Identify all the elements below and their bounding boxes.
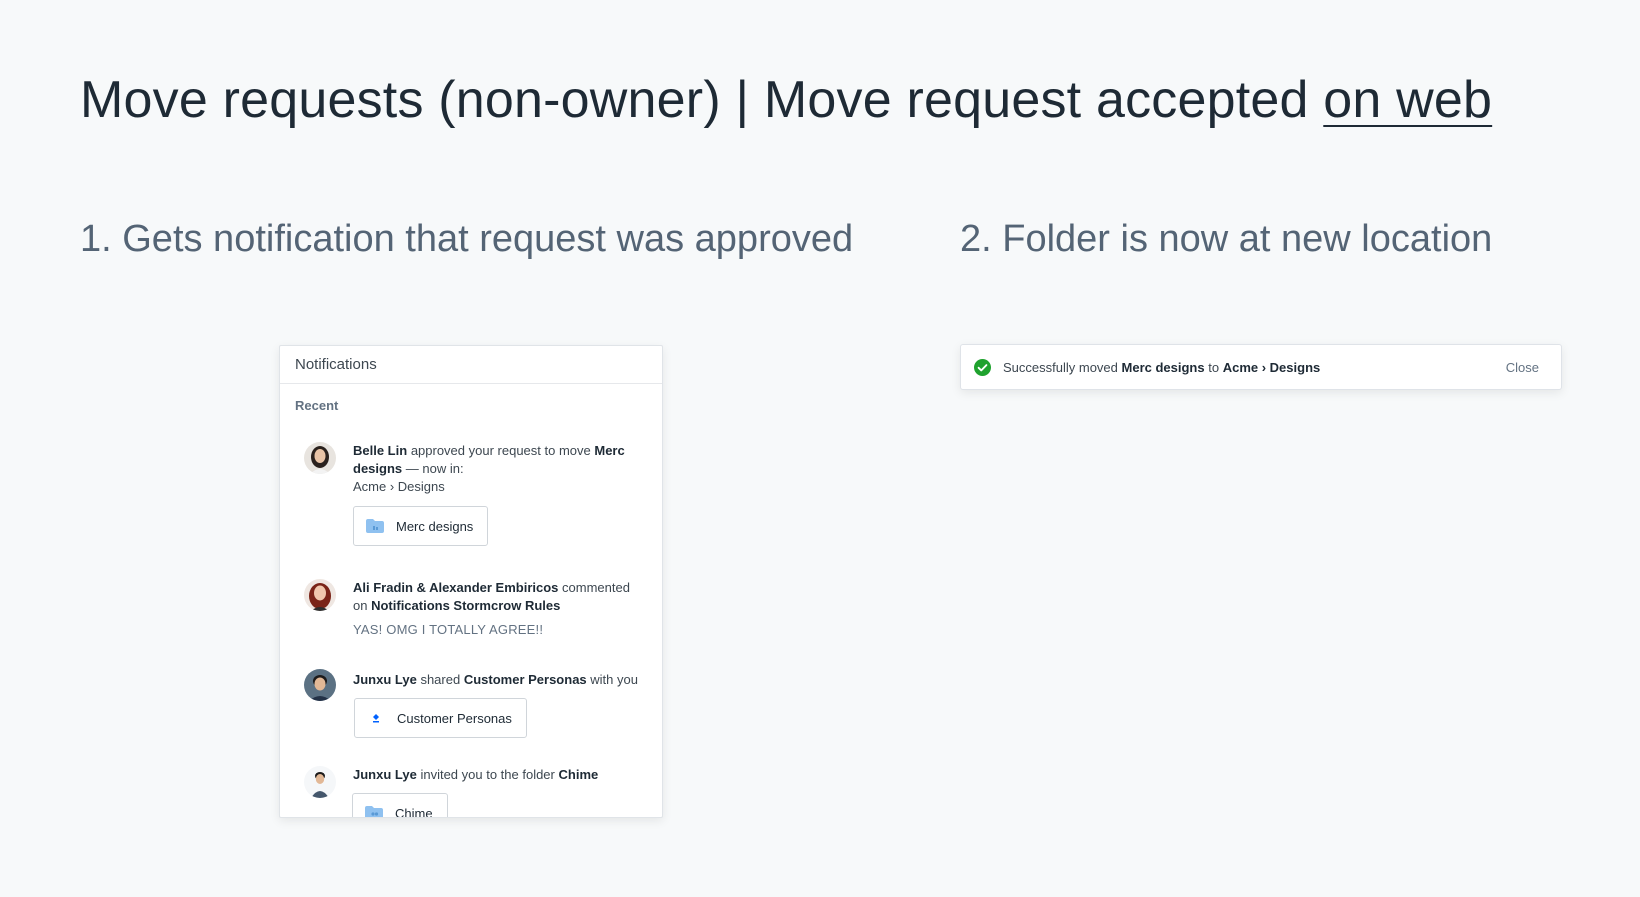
avatar bbox=[304, 669, 336, 701]
notification-object[interactable]: Notifications Stormcrow Rules bbox=[371, 598, 560, 613]
notification-object[interactable]: Customer Personas bbox=[464, 672, 587, 687]
check-circle-icon bbox=[974, 358, 991, 376]
file-chip-chime[interactable]: Chime bbox=[352, 793, 448, 818]
folder-icon bbox=[366, 519, 384, 533]
notification-text: Junxu Lye invited you to the folder Chim… bbox=[353, 766, 643, 784]
avatar bbox=[304, 579, 336, 611]
page-title-main: Move requests (non-owner) bbox=[80, 71, 721, 129]
notification-text: Junxu Lye shared Customer Personas with … bbox=[353, 671, 643, 689]
section-label-recent: Recent bbox=[295, 398, 339, 413]
step-2-heading: 2. Folder is now at new location bbox=[960, 218, 1493, 260]
notification-text: Belle Lin approved your request to move … bbox=[353, 442, 643, 496]
toast-mid: to bbox=[1208, 359, 1220, 375]
notification-object[interactable]: Chime bbox=[559, 767, 599, 782]
file-chip-label: Customer Personas bbox=[397, 710, 512, 726]
file-chip-merc-designs[interactable]: Merc designs bbox=[353, 506, 489, 546]
page-title-separator: | bbox=[735, 71, 750, 129]
notifications-title: Notifications bbox=[280, 346, 662, 384]
notification-actor: Ali Fradin & Alexander Embiricos bbox=[353, 580, 559, 595]
step-1-heading: 1. Gets notification that request was ap… bbox=[80, 218, 854, 260]
notification-actor: Belle Lin bbox=[353, 443, 408, 458]
file-chip-label: Chime bbox=[395, 805, 433, 818]
file-chip-label: Merc designs bbox=[396, 518, 474, 534]
toast-destination[interactable]: Acme › Designs bbox=[1223, 360, 1321, 375]
notification-actor: Junxu Lye bbox=[353, 672, 417, 687]
notification-verb: shared bbox=[420, 672, 461, 687]
avatar bbox=[304, 766, 336, 798]
shared-folder-icon bbox=[365, 806, 383, 817]
notification-verb: approved your request to move bbox=[410, 443, 591, 458]
notifications-panel: Notifications Recent Belle Lin approved … bbox=[279, 345, 663, 818]
page-title: Move requests (non-owner) | Move request… bbox=[80, 70, 1492, 130]
notification-quote: YAS! OMG I TOTALLY AGREE!! bbox=[353, 622, 544, 637]
notification-verb: invited you to the folder bbox=[420, 767, 555, 782]
toast-prefix: Successfully moved bbox=[1003, 359, 1118, 375]
notification-text: Ali Fradin & Alexander Embiricos comment… bbox=[353, 579, 643, 639]
notification-location: Acme › Designs bbox=[353, 479, 445, 494]
success-toast: Successfully moved Merc designs to Acme … bbox=[960, 344, 1562, 390]
close-button[interactable]: Close bbox=[1506, 360, 1539, 375]
notification-suffix: — now in: bbox=[405, 461, 464, 476]
notification-suffix: with you bbox=[590, 672, 638, 687]
file-chip-customer-personas[interactable]: Customer Personas bbox=[354, 698, 527, 738]
toast-item[interactable]: Merc designs bbox=[1122, 360, 1205, 375]
notification-actor: Junxu Lye bbox=[353, 767, 417, 782]
toast-message: Successfully moved Merc designs to Acme … bbox=[1003, 360, 1320, 375]
paper-doc-icon bbox=[373, 714, 379, 723]
page-title-link[interactable]: on web bbox=[1323, 71, 1492, 129]
page-title-rest: Move request accepted bbox=[763, 71, 1309, 129]
avatar bbox=[304, 442, 336, 474]
